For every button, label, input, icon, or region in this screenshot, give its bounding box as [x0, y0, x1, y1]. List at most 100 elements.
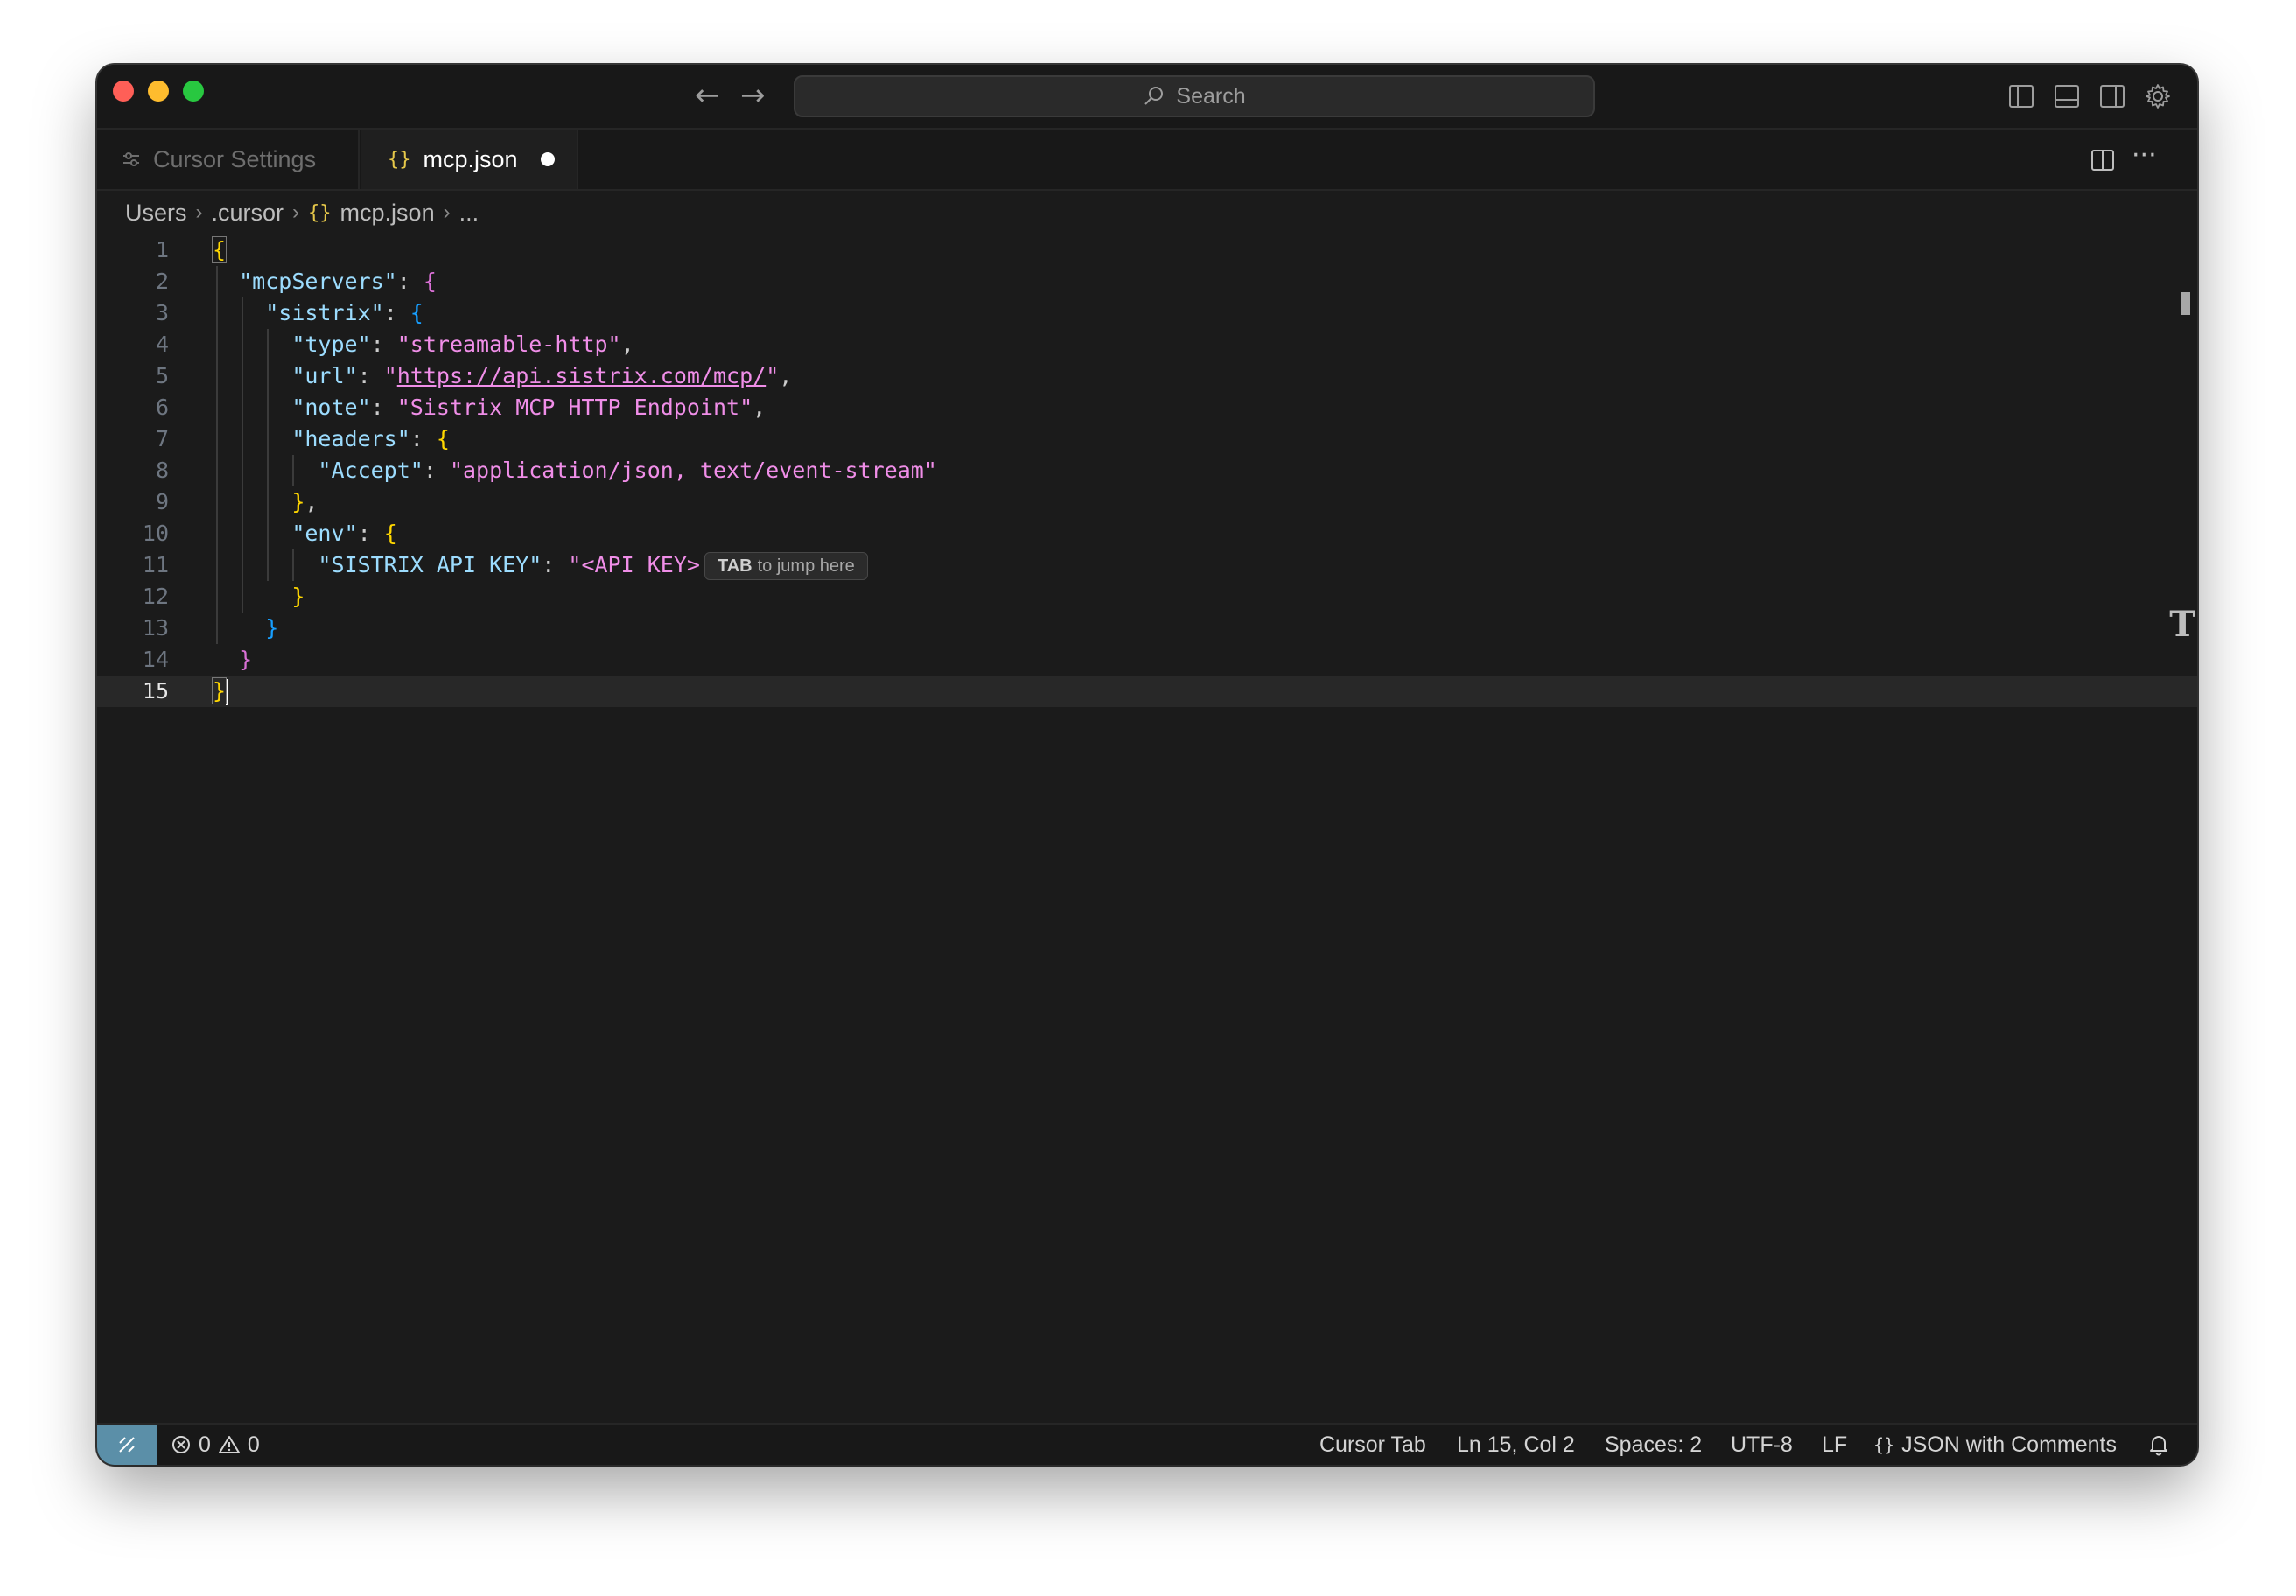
- line-number: 2: [155, 269, 169, 294]
- json-language-icon: {}: [1873, 1434, 1895, 1455]
- chevron-right-icon: ›: [292, 200, 300, 224]
- scrollbar-thumb[interactable]: [2181, 292, 2190, 315]
- code-line[interactable]: 9 },: [97, 486, 2197, 518]
- warning-icon: [218, 1436, 240, 1453]
- unsaved-changes-dot-icon[interactable]: [540, 152, 555, 166]
- remote-connection-icon: [119, 1437, 135, 1452]
- code-line[interactable]: 11 "SISTRIX_API_KEY": "<API_KEY>" TAB to…: [97, 550, 2197, 581]
- code-line-current[interactable]: 15 }: [97, 676, 2197, 707]
- url-link[interactable]: https://api.sistrix.com/mcp/: [397, 363, 766, 388]
- code-text: "sistrix": {: [265, 300, 424, 326]
- line-number: 11: [142, 552, 169, 578]
- json-file-icon: {}: [388, 148, 411, 171]
- minimize-window-button[interactable]: [148, 80, 169, 102]
- line-number: 12: [142, 584, 169, 609]
- code-text: }: [291, 584, 305, 609]
- code-text: "note": "Sistrix MCP HTTP Endpoint",: [291, 395, 766, 420]
- tab-hint-text: to jump here: [757, 556, 855, 576]
- split-editor-icon[interactable]: [2090, 147, 2116, 173]
- code-text: "Accept": "application/json, text/event-…: [318, 458, 937, 483]
- more-actions-icon[interactable]: ···: [2132, 140, 2157, 171]
- code-line[interactable]: 14 }: [97, 644, 2197, 676]
- maximize-window-button[interactable]: [183, 80, 204, 102]
- line-number: 4: [155, 332, 169, 357]
- code-line[interactable]: 7 "headers": {: [97, 424, 2197, 455]
- tab-jump-hint[interactable]: TAB to jump here: [704, 552, 868, 580]
- indentation-setting[interactable]: Spaces: 2: [1605, 1424, 1702, 1465]
- search-placeholder: Search: [1176, 83, 1246, 108]
- code-editor[interactable]: 1 { 2 "mcpServers": { 3 "sistrix": { 4 "…: [97, 234, 2197, 1465]
- code-text: },: [291, 489, 318, 514]
- problems-indicator[interactable]: 0 0: [171, 1424, 260, 1465]
- code-text: }: [211, 676, 229, 707]
- encoding-setting[interactable]: UTF-8: [1731, 1424, 1793, 1465]
- toggle-primary-sidebar-icon[interactable]: [2007, 82, 2035, 110]
- code-line[interactable]: 6 "note": "Sistrix MCP HTTP Endpoint",: [97, 392, 2197, 424]
- cursor-position[interactable]: Ln 15, Col 2: [1457, 1424, 1575, 1465]
- code-line[interactable]: 3 "sistrix": {: [97, 298, 2197, 329]
- code-text: "mcpServers": {: [239, 269, 437, 294]
- code-text: }: [265, 615, 279, 640]
- text-cursor-overview-icon: T: [2169, 604, 2195, 645]
- close-window-button[interactable]: [113, 80, 134, 102]
- chevron-right-icon: ›: [443, 200, 451, 224]
- code-line[interactable]: 1 {: [97, 234, 2197, 266]
- chevron-right-icon: ›: [195, 200, 203, 224]
- settings-sliders-icon: [123, 152, 139, 166]
- text-cursor: [226, 679, 229, 705]
- tab-key-label: TAB: [718, 556, 752, 576]
- line-ending-setting[interactable]: LF: [1822, 1424, 1847, 1465]
- settings-gear-icon[interactable]: [2144, 82, 2172, 110]
- back-arrow-icon[interactable]: ←: [695, 80, 720, 110]
- code-line[interactable]: 10 "env": {: [97, 518, 2197, 550]
- warning-count: 0: [247, 1432, 260, 1457]
- breadcrumb-item-symbols[interactable]: ...: [459, 200, 480, 227]
- forward-arrow-icon[interactable]: →: [740, 80, 766, 110]
- status-bar: 0 0 Cursor Tab Ln 15, Col 2 Spaces: 2 UT…: [97, 1423, 2197, 1465]
- line-number: 1: [155, 237, 169, 262]
- search-icon: [1144, 87, 1164, 105]
- remote-indicator[interactable]: [97, 1424, 157, 1465]
- title-bar: ← → Search: [97, 65, 2197, 130]
- code-line[interactable]: 13 }: [97, 612, 2197, 644]
- line-number: 15: [142, 678, 169, 704]
- code-line[interactable]: 12 }: [97, 581, 2197, 612]
- notifications-bell-icon[interactable]: [2147, 1433, 2170, 1456]
- code-text: "headers": {: [291, 426, 450, 452]
- toggle-secondary-sidebar-icon[interactable]: [2098, 82, 2126, 110]
- tab-cursor-settings[interactable]: Cursor Settings: [97, 130, 360, 189]
- code-text: "env": {: [291, 521, 397, 546]
- command-search-box[interactable]: Search: [794, 75, 1595, 117]
- cursor-tab-status[interactable]: Cursor Tab: [1320, 1424, 1426, 1465]
- language-mode[interactable]: {} JSON with Comments: [1873, 1424, 2117, 1465]
- code-line[interactable]: 8 "Accept": "application/json, text/even…: [97, 455, 2197, 486]
- tab-label: mcp.json: [423, 145, 518, 172]
- code-text: {: [211, 236, 228, 263]
- breadcrumb-item-file[interactable]: mcp.json: [340, 200, 435, 227]
- code-text: "SISTRIX_API_KEY": "<API_KEY>": [213, 550, 719, 581]
- code-line[interactable]: 4 "type": "streamable-http",: [97, 329, 2197, 360]
- toggle-panel-icon[interactable]: [2053, 82, 2081, 110]
- code-line[interactable]: 2 "mcpServers": {: [97, 266, 2197, 298]
- line-number: 3: [155, 300, 169, 326]
- window-controls: [113, 80, 204, 102]
- line-number: 8: [155, 458, 169, 483]
- line-number: 14: [142, 647, 169, 672]
- breadcrumb: Users › .cursor › {} mcp.json › ...: [125, 191, 479, 234]
- line-number: 5: [155, 363, 169, 388]
- error-icon: [172, 1436, 190, 1453]
- language-label: JSON with Comments: [1901, 1432, 2117, 1457]
- editor-window: ← → Search Cursor Settings {} mcp.json ·…: [97, 65, 2197, 1465]
- code-text: }: [239, 647, 253, 672]
- line-number: 7: [155, 426, 169, 452]
- tab-mcp-json[interactable]: {} mcp.json: [361, 130, 578, 189]
- line-number: 10: [142, 521, 169, 546]
- line-number: 9: [155, 489, 169, 514]
- code-line[interactable]: 5 "url": "https://api.sistrix.com/mcp/",: [97, 360, 2197, 392]
- breadcrumb-item-cursor[interactable]: .cursor: [212, 200, 284, 227]
- line-number: 13: [142, 615, 169, 640]
- code-text: "url": "https://api.sistrix.com/mcp/",: [291, 363, 793, 388]
- error-count: 0: [199, 1432, 211, 1457]
- line-number: 6: [155, 395, 169, 420]
- breadcrumb-item-users[interactable]: Users: [125, 200, 187, 227]
